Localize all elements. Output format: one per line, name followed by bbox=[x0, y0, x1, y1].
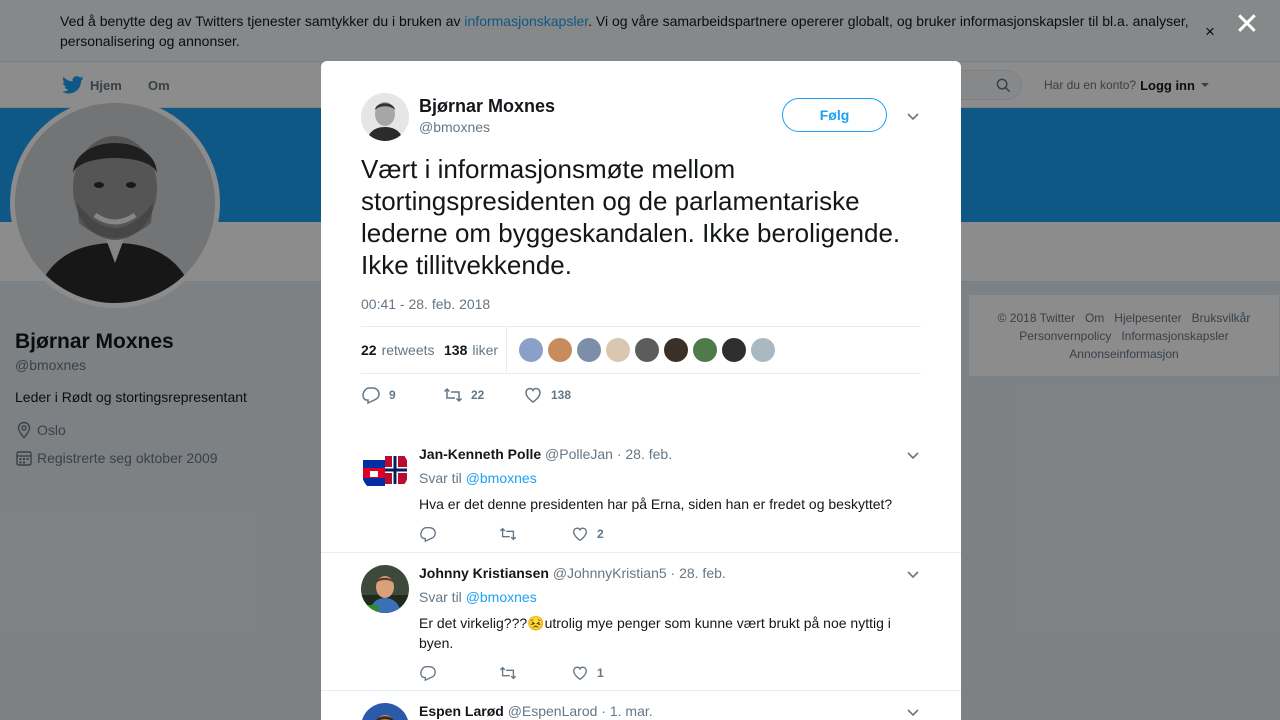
reply-author-handle[interactable]: @EspenLarod bbox=[508, 703, 598, 719]
like-action-count: 138 bbox=[551, 388, 572, 402]
heart-icon bbox=[573, 527, 587, 542]
like-action[interactable]: 1 bbox=[571, 664, 604, 682]
liker-avatar[interactable] bbox=[548, 338, 572, 362]
chevron-down-icon[interactable] bbox=[906, 109, 920, 123]
liker-avatar[interactable] bbox=[693, 338, 717, 362]
retweet-icon bbox=[443, 387, 463, 403]
liker-avatar[interactable] bbox=[519, 338, 543, 362]
reply-to-link[interactable]: @bmoxnes bbox=[466, 589, 537, 605]
liker-avatar[interactable] bbox=[577, 338, 601, 362]
reply-to-link[interactable]: @bmoxnes bbox=[466, 470, 537, 486]
reply-header: Jan-Kenneth Polle @PolleJan · 28. feb. bbox=[419, 446, 672, 462]
liker-avatar[interactable] bbox=[722, 338, 746, 362]
reply-avatar[interactable] bbox=[361, 703, 409, 720]
retweet-action[interactable]: 22 bbox=[443, 385, 523, 405]
tweet-timestamp[interactable]: 00:41 - 28. feb. 2018 bbox=[361, 296, 490, 312]
retweet-action[interactable] bbox=[499, 664, 571, 682]
reply-actions: 1 bbox=[419, 663, 604, 683]
liker-avatar[interactable] bbox=[751, 338, 775, 362]
reply-author-handle[interactable]: @JohnnyKristian5 bbox=[553, 565, 667, 581]
reply-avatar[interactable] bbox=[361, 446, 409, 494]
reply-header: Johnny Kristiansen @JohnnyKristian5 · 28… bbox=[419, 565, 726, 581]
reply-header: Espen Larød @EspenLarod · 1. mar. bbox=[419, 703, 653, 719]
like-action[interactable]: 138 bbox=[523, 385, 571, 405]
liker-avatars bbox=[519, 338, 775, 362]
like-stat[interactable]: 138 liker bbox=[444, 327, 498, 373]
reply-to-label: Svar til bbox=[419, 470, 462, 486]
retweet-action[interactable] bbox=[499, 525, 571, 543]
reply-author-name[interactable]: Espen Larød bbox=[419, 703, 504, 719]
heart-icon bbox=[573, 666, 587, 681]
like-count: 1 bbox=[597, 666, 604, 680]
tweet-author-avatar[interactable] bbox=[361, 93, 409, 141]
retweet-count: 22 bbox=[361, 342, 377, 358]
like-label: liker bbox=[472, 342, 499, 358]
tweet-stats: 22 retweets 138 liker bbox=[361, 326, 921, 374]
reply-action[interactable]: 9 bbox=[361, 385, 443, 405]
tweet-text: Vært i informasjonsmøte mellom stortings… bbox=[361, 154, 901, 280]
tweet-modal: Bjørnar Moxnes @bmoxnes Følg Vært i info… bbox=[321, 61, 961, 720]
reply-actions: 2 bbox=[419, 524, 604, 544]
retweet-label: retweets bbox=[381, 342, 435, 358]
reply-tweet[interactable]: Espen Larød @EspenLarod · 1. mar. bbox=[321, 691, 961, 720]
reply-author-name[interactable]: Johnny Kristiansen bbox=[419, 565, 549, 581]
reply-to: Svar til @bmoxnes bbox=[419, 589, 537, 605]
reply-text: Er det virkelig???😣utrolig mye penger so… bbox=[419, 615, 891, 651]
liker-avatar[interactable] bbox=[606, 338, 630, 362]
reply-to: Svar til @bmoxnes bbox=[419, 470, 537, 486]
reply-tweet[interactable]: Johnny Kristiansen @JohnnyKristian5 · 28… bbox=[321, 553, 961, 691]
reply-icon bbox=[420, 527, 436, 543]
like-action[interactable]: 2 bbox=[571, 525, 604, 543]
chevron-down-icon[interactable] bbox=[906, 567, 920, 581]
tweet-actions: 9 22 138 bbox=[361, 383, 571, 407]
reply-icon bbox=[362, 387, 380, 405]
like-count: 2 bbox=[597, 527, 604, 541]
reply-action[interactable] bbox=[419, 525, 499, 543]
reply-to-label: Svar til bbox=[419, 589, 462, 605]
retweet-action-count: 22 bbox=[471, 388, 485, 402]
chevron-down-icon[interactable] bbox=[906, 705, 920, 719]
tweet-author-name[interactable]: Bjørnar Moxnes bbox=[419, 96, 555, 117]
reply-count: 9 bbox=[389, 388, 396, 402]
heart-icon bbox=[525, 387, 541, 403]
liker-avatar[interactable] bbox=[664, 338, 688, 362]
reply-icon bbox=[420, 666, 436, 682]
retweet-stat[interactable]: 22 retweets bbox=[361, 327, 435, 373]
retweet-icon bbox=[499, 666, 517, 680]
chevron-down-icon[interactable] bbox=[906, 448, 920, 462]
reply-date[interactable]: · 28. feb. bbox=[671, 565, 726, 581]
reply-avatar[interactable] bbox=[361, 565, 409, 613]
reply-text: Hva er det denne presidenten har på Erna… bbox=[419, 496, 893, 512]
stats-divider bbox=[506, 327, 507, 373]
liker-avatar[interactable] bbox=[635, 338, 659, 362]
reply-action[interactable] bbox=[419, 664, 499, 682]
like-count: 138 bbox=[444, 342, 468, 358]
tweet-author-handle[interactable]: @bmoxnes bbox=[419, 119, 490, 135]
reply-tweet[interactable]: Jan-Kenneth Polle @PolleJan · 28. feb. S… bbox=[321, 434, 961, 553]
modal-close-button[interactable]: ✕ bbox=[1233, 9, 1261, 41]
reply-author-name[interactable]: Jan-Kenneth Polle bbox=[419, 446, 541, 462]
follow-button[interactable]: Følg bbox=[782, 98, 887, 132]
reply-date[interactable]: · 28. feb. bbox=[617, 446, 672, 462]
retweet-icon bbox=[499, 527, 517, 541]
reply-author-handle[interactable]: @PolleJan bbox=[545, 446, 613, 462]
reply-date[interactable]: · 1. mar. bbox=[601, 703, 652, 719]
